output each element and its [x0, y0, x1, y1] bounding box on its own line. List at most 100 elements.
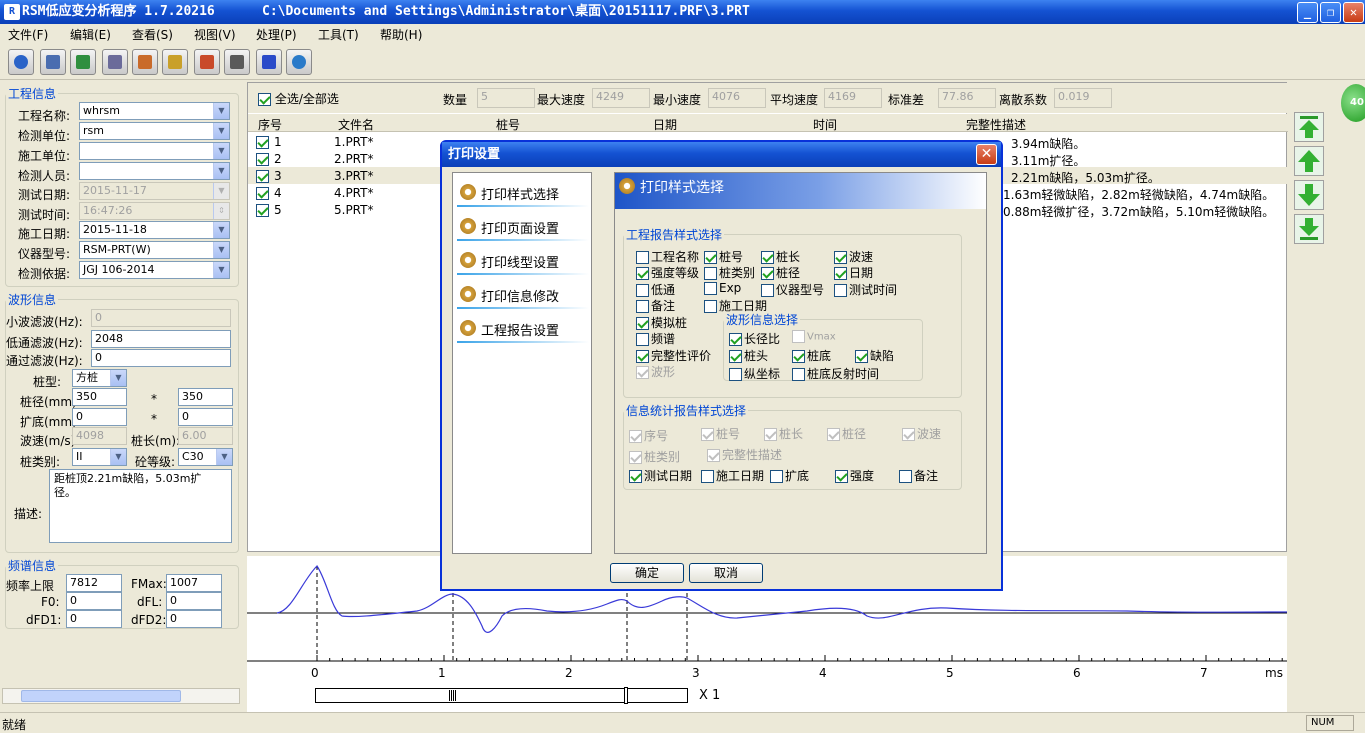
chevron-down-icon[interactable]: ▼ — [213, 103, 229, 119]
check-defect[interactable]: 缺陷 — [855, 347, 894, 364]
check-y-axis[interactable]: 纵坐标 — [729, 365, 780, 382]
minimize-button[interactable]: _ — [1297, 2, 1318, 23]
wave-scroll-track[interactable] — [315, 687, 688, 704]
standard-field[interactable]: JGJ 106-2014 ▼ — [79, 261, 230, 279]
cancel-button[interactable]: 取消 — [689, 563, 763, 583]
check-date[interactable]: 日期 — [834, 264, 873, 281]
check-exp[interactable]: Exp — [704, 281, 741, 295]
dfd1-field[interactable]: 0 — [66, 610, 122, 628]
check-project-name[interactable]: 工程名称 — [636, 248, 699, 265]
col-file[interactable]: 文件名 — [338, 116, 374, 133]
print-icon[interactable] — [224, 49, 250, 75]
select-all-toggle[interactable]: 全选/全部选 — [258, 90, 339, 107]
check-spectrum[interactable]: 频谱 — [636, 330, 675, 347]
test-unit-field[interactable]: rsm ▼ — [79, 122, 230, 140]
check-wave-speed[interactable]: 波速 — [834, 248, 873, 265]
construction-date-field[interactable]: 2015-11-18 ▼ — [79, 221, 230, 239]
horizontal-scrollbar[interactable] — [2, 688, 240, 704]
col-no[interactable]: 序号 — [258, 116, 282, 133]
project-name-field[interactable]: whrsm ▼ — [79, 102, 230, 120]
move-up-button[interactable] — [1294, 146, 1324, 176]
nav-item-line[interactable]: 打印线型设置 — [457, 247, 589, 277]
menu-help[interactable]: 帮助(H) — [380, 26, 422, 43]
col-desc[interactable]: 完整性描述 — [966, 116, 1026, 133]
undo-icon[interactable] — [286, 49, 312, 75]
check-lowpass[interactable]: 低通 — [636, 281, 675, 298]
nav-item-page[interactable]: 打印页面设置 — [457, 213, 589, 243]
check-remark[interactable]: 备注 — [636, 297, 675, 314]
close-button[interactable]: ✕ — [1343, 2, 1364, 23]
save-icon[interactable] — [40, 49, 66, 75]
check-pile-bottom[interactable]: 桩底 — [792, 347, 831, 364]
scroll-thumb[interactable] — [21, 690, 181, 702]
menu-process[interactable]: 处理(P) — [256, 26, 297, 43]
check-s-construction-date[interactable]: 施工日期 — [701, 467, 764, 484]
calc-icon[interactable] — [70, 49, 96, 75]
check-pile-category[interactable]: 桩类别 — [704, 264, 755, 281]
check-s-remark[interactable]: 备注 — [899, 467, 938, 484]
fmax-field[interactable]: 1007 — [166, 574, 222, 592]
preview-icon[interactable] — [194, 49, 220, 75]
check-pile-length[interactable]: 桩长 — [761, 248, 800, 265]
check-pile-head[interactable]: 桩头 — [729, 347, 768, 364]
diameter-b-field[interactable]: 350 — [178, 388, 233, 406]
col-time[interactable]: 时间 — [813, 116, 837, 133]
chevron-down-icon[interactable]: ▼ — [110, 449, 126, 465]
upper-field[interactable]: 7812 — [66, 574, 122, 592]
check-test-time[interactable]: 测试时间 — [834, 281, 897, 298]
open-icon[interactable] — [8, 49, 34, 75]
dialog-close-button[interactable]: ✕ — [976, 144, 997, 165]
chevron-down-icon[interactable]: ▼ — [213, 242, 229, 258]
chevron-down-icon[interactable]: ▼ — [213, 123, 229, 139]
check-s-bottom[interactable]: 扩底 — [770, 467, 809, 484]
wave-scroll-thumb[interactable] — [449, 690, 457, 701]
construction-unit-field[interactable]: ▼ — [79, 142, 230, 160]
checkbox[interactable] — [258, 93, 271, 106]
check-s-strength[interactable]: 强度 — [835, 467, 874, 484]
pile-type-select[interactable]: 方桩 ▼ — [72, 369, 127, 387]
ok-button[interactable]: 确定 — [610, 563, 684, 583]
check-sim-pile[interactable]: 模拟桩 — [636, 314, 687, 331]
nav-item-report[interactable]: 工程报告设置 — [457, 315, 589, 345]
menu-tools[interactable]: 工具(T) — [318, 26, 359, 43]
move-top-button[interactable] — [1294, 112, 1324, 142]
menu-view[interactable]: 视图(V) — [194, 26, 236, 43]
category-select[interactable]: II ▼ — [72, 448, 127, 466]
check-bottom-reflect[interactable]: 桩底反射时间 — [792, 365, 879, 382]
tester-field[interactable]: ▼ — [79, 162, 230, 180]
f0-field[interactable]: 0 — [66, 592, 122, 610]
grade-select[interactable]: C30 ▼ — [178, 448, 233, 466]
band-filter-field[interactable]: 0 — [91, 349, 231, 367]
check-instrument[interactable]: 仪器型号 — [761, 281, 824, 298]
wave-scroll-handle[interactable] — [624, 687, 628, 704]
check-strength[interactable]: 强度等级 — [636, 264, 699, 281]
instrument-field[interactable]: RSM-PRT(W) ▼ — [79, 241, 230, 259]
desc-textarea[interactable]: 距桩顶2.21m缺陷，5.03m扩径。 — [49, 469, 232, 543]
maximize-button[interactable]: ❐ — [1320, 2, 1341, 23]
check-s-test-date[interactable]: 测试日期 — [629, 467, 692, 484]
tool-icon[interactable] — [102, 49, 128, 75]
chevron-down-icon[interactable]: ▼ — [216, 449, 232, 465]
menu-file[interactable]: 文件(F) — [8, 26, 48, 43]
col-pile[interactable]: 桩号 — [496, 116, 520, 133]
chevron-down-icon[interactable]: ▼ — [213, 262, 229, 278]
check-pile-no[interactable]: 桩号 — [704, 248, 743, 265]
chevron-down-icon[interactable]: ▼ — [213, 222, 229, 238]
export-icon[interactable] — [132, 49, 158, 75]
edit-icon[interactable] — [162, 49, 188, 75]
low-filter-field[interactable]: 2048 — [91, 330, 231, 348]
dfl-field[interactable]: 0 — [166, 592, 222, 610]
table-icon[interactable] — [256, 49, 282, 75]
bottom-b-field[interactable]: 0 — [178, 408, 233, 426]
check-diameter[interactable]: 桩径 — [761, 264, 800, 281]
bottom-a-field[interactable]: 0 — [72, 408, 127, 426]
menu-edit[interactable]: 编辑(E) — [70, 26, 111, 43]
check-integrity[interactable]: 完整性评价 — [636, 347, 711, 364]
chevron-down-icon[interactable]: ▼ — [110, 370, 126, 386]
chevron-down-icon[interactable]: ▼ — [213, 163, 229, 179]
nav-item-style[interactable]: 打印样式选择 — [457, 179, 589, 209]
menu-view-s[interactable]: 查看(S) — [132, 26, 173, 43]
dfd2-field[interactable]: 0 — [166, 610, 222, 628]
move-bottom-button[interactable] — [1294, 214, 1324, 244]
col-date[interactable]: 日期 — [653, 116, 677, 133]
